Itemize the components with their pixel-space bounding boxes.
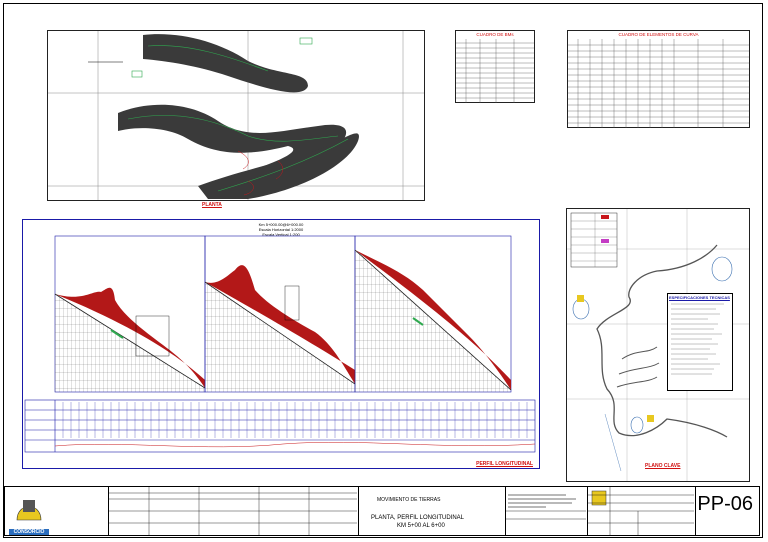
logo-icon bbox=[16, 500, 42, 521]
logo-text: CONSORCIO bbox=[9, 529, 49, 535]
approval-grid bbox=[588, 487, 694, 535]
drawing-title: PLANTA, PERFIL LONGITUDINAL bbox=[371, 515, 465, 521]
bms-table-title: CUADRO DE BMs bbox=[476, 32, 514, 37]
title-block: CONSORCIO MOVIMIENTO DE TIERRAS PLANTA, … bbox=[4, 486, 760, 536]
curves-table-grid bbox=[568, 39, 749, 128]
bms-table: CUADRO DE BMs bbox=[455, 30, 535, 103]
specs-title: ESPECIFICACIONES TECNICAS bbox=[669, 295, 730, 300]
key-plan-title: PLANO CLAVE bbox=[645, 463, 681, 469]
sheet-code: PP-06 bbox=[697, 493, 753, 515]
revision-grid bbox=[109, 487, 357, 535]
plan-view: PLANTA bbox=[47, 30, 425, 208]
bms-table-grid bbox=[456, 39, 534, 103]
plan-drawing bbox=[48, 31, 424, 200]
sheet-title: MOVIMIENTO DE TIERRAS bbox=[377, 497, 441, 503]
specs-box: ESPECIFICACIONES TECNICAS bbox=[667, 293, 733, 391]
curves-table: CUADRO DE ELEMENTOS DE CURVA bbox=[567, 30, 750, 128]
plan-label: PLANTA bbox=[202, 202, 222, 208]
profile-drawing bbox=[24, 235, 536, 453]
key-plan: ESPECIFICACIONES TECNICAS PLANO CLAVE bbox=[566, 208, 750, 482]
profile-view: Km 5+000.00@6+000.00 Escala Horizontal 1… bbox=[22, 219, 540, 469]
drawing-range: KM 5+00 AL 6+00 bbox=[397, 523, 445, 529]
project-info-lines bbox=[506, 494, 586, 520]
specs-lines bbox=[671, 303, 724, 375]
curves-table-title: CUADRO DE ELEMENTOS DE CURVA bbox=[618, 32, 699, 37]
profile-label: PERFIL LONGITUDINAL bbox=[476, 461, 533, 467]
company-logo: CONSORCIO bbox=[9, 490, 49, 535]
